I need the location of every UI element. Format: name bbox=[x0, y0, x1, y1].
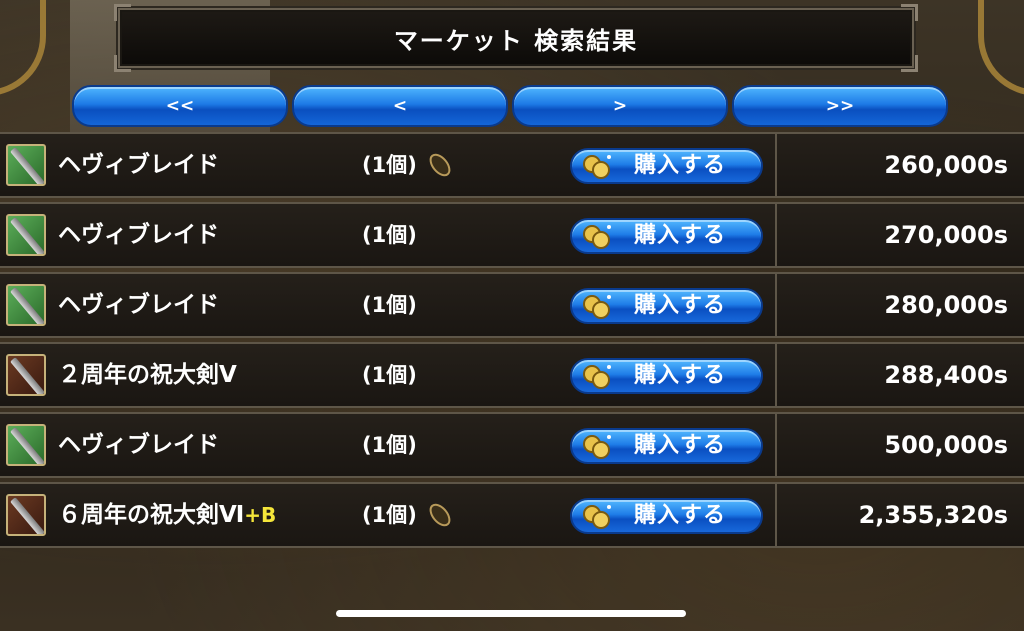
coin-icon bbox=[583, 295, 611, 319]
frame-corner bbox=[114, 4, 131, 21]
item-name-text: ヘヴィブレイド bbox=[58, 432, 219, 458]
market-listing: ヘヴィブレイド (1個) 購入する 260,000s ヘヴィブレイド (1個) 購入する 27… bbox=[0, 132, 1024, 552]
coin-icon bbox=[583, 435, 611, 459]
prev-page-button[interactable]: < bbox=[292, 85, 508, 127]
buy-button-label: 購入する bbox=[634, 223, 727, 248]
buy-button-label: 購入する bbox=[634, 153, 727, 178]
item-quantity: (1個) bbox=[362, 503, 417, 527]
item-name: ６周年の祝大剣Ⅵ+B bbox=[58, 484, 276, 546]
item-name: ヘヴィブレイド bbox=[58, 204, 219, 266]
listing-row: ヘヴィブレイド (1個) 購入する 270,000s bbox=[0, 202, 1024, 268]
sword-icon bbox=[6, 214, 46, 256]
item-quantity: (1個) bbox=[362, 363, 417, 387]
item-name: ２周年の祝大剣Ⅴ bbox=[58, 344, 237, 406]
item-name-text: ヘヴィブレイド bbox=[58, 292, 219, 318]
item-quantity: (1個) bbox=[362, 223, 417, 247]
item-name: ヘヴィブレイド bbox=[58, 274, 219, 336]
gold-ornament-right bbox=[978, 0, 1024, 96]
coin-icon bbox=[583, 225, 611, 249]
buy-button[interactable]: 購入する bbox=[570, 148, 763, 184]
item-price: 280,000s bbox=[884, 291, 1008, 319]
item-price: 288,400s bbox=[884, 361, 1008, 389]
frame-corner bbox=[901, 55, 918, 72]
item-quantity: (1個) bbox=[362, 293, 417, 317]
page-title: マーケット 検索結果 bbox=[393, 26, 639, 55]
listing-row: ヘヴィブレイド (1個) 購入する 280,000s bbox=[0, 272, 1024, 338]
next-page-button[interactable]: > bbox=[512, 85, 728, 127]
buy-button[interactable]: 購入する bbox=[570, 428, 763, 464]
buy-button[interactable]: 購入する bbox=[570, 218, 763, 254]
item-price: 500,000s bbox=[884, 431, 1008, 459]
enhancement-suffix: +B bbox=[244, 503, 277, 527]
seed-icon bbox=[429, 153, 451, 177]
coin-icon bbox=[583, 155, 611, 179]
sword-icon bbox=[6, 284, 46, 326]
pagination: << < > >> bbox=[72, 85, 948, 127]
coin-icon bbox=[583, 505, 611, 529]
item-quantity: (1個) bbox=[362, 433, 417, 457]
buy-button[interactable]: 購入する bbox=[570, 358, 763, 394]
frame-corner bbox=[114, 55, 131, 72]
buy-button-label: 購入する bbox=[634, 363, 727, 388]
item-name-text: ヘヴィブレイド bbox=[58, 222, 219, 248]
item-price: 270,000s bbox=[884, 221, 1008, 249]
frame-corner bbox=[901, 4, 918, 21]
listing-row: ６周年の祝大剣Ⅵ+B (1個) 購入する 2,355,320s bbox=[0, 482, 1024, 548]
gold-ornament-left bbox=[0, 0, 46, 96]
buy-button[interactable]: 購入する bbox=[570, 498, 763, 534]
title-bar: マーケット 検索結果 bbox=[114, 4, 918, 72]
sword-icon bbox=[6, 144, 46, 186]
item-quantity: (1個) bbox=[362, 153, 417, 177]
sword-icon bbox=[6, 354, 46, 396]
item-price: 260,000s bbox=[884, 151, 1008, 179]
item-name: ヘヴィブレイド bbox=[58, 414, 219, 476]
listing-row: ヘヴィブレイド (1個) 購入する 500,000s bbox=[0, 412, 1024, 478]
seed-icon bbox=[429, 503, 451, 527]
item-name-text: ２周年の祝大剣Ⅴ bbox=[58, 362, 237, 388]
listing-row: ２周年の祝大剣Ⅴ (1個) 購入する 288,400s bbox=[0, 342, 1024, 408]
buy-button-label: 購入する bbox=[634, 433, 727, 458]
buy-button-label: 購入する bbox=[634, 293, 727, 318]
buy-button[interactable]: 購入する bbox=[570, 288, 763, 324]
buy-button-label: 購入する bbox=[634, 503, 727, 528]
home-indicator[interactable] bbox=[336, 610, 686, 617]
item-price: 2,355,320s bbox=[858, 501, 1008, 529]
item-name: ヘヴィブレイド bbox=[58, 134, 219, 196]
coin-icon bbox=[583, 365, 611, 389]
item-name-text: ６周年の祝大剣Ⅵ bbox=[58, 502, 245, 528]
item-name-text: ヘヴィブレイド bbox=[58, 152, 219, 178]
last-page-button[interactable]: >> bbox=[732, 85, 948, 127]
listing-row: ヘヴィブレイド (1個) 購入する 260,000s bbox=[0, 132, 1024, 198]
sword-icon bbox=[6, 494, 46, 536]
first-page-button[interactable]: << bbox=[72, 85, 288, 127]
sword-icon bbox=[6, 424, 46, 466]
